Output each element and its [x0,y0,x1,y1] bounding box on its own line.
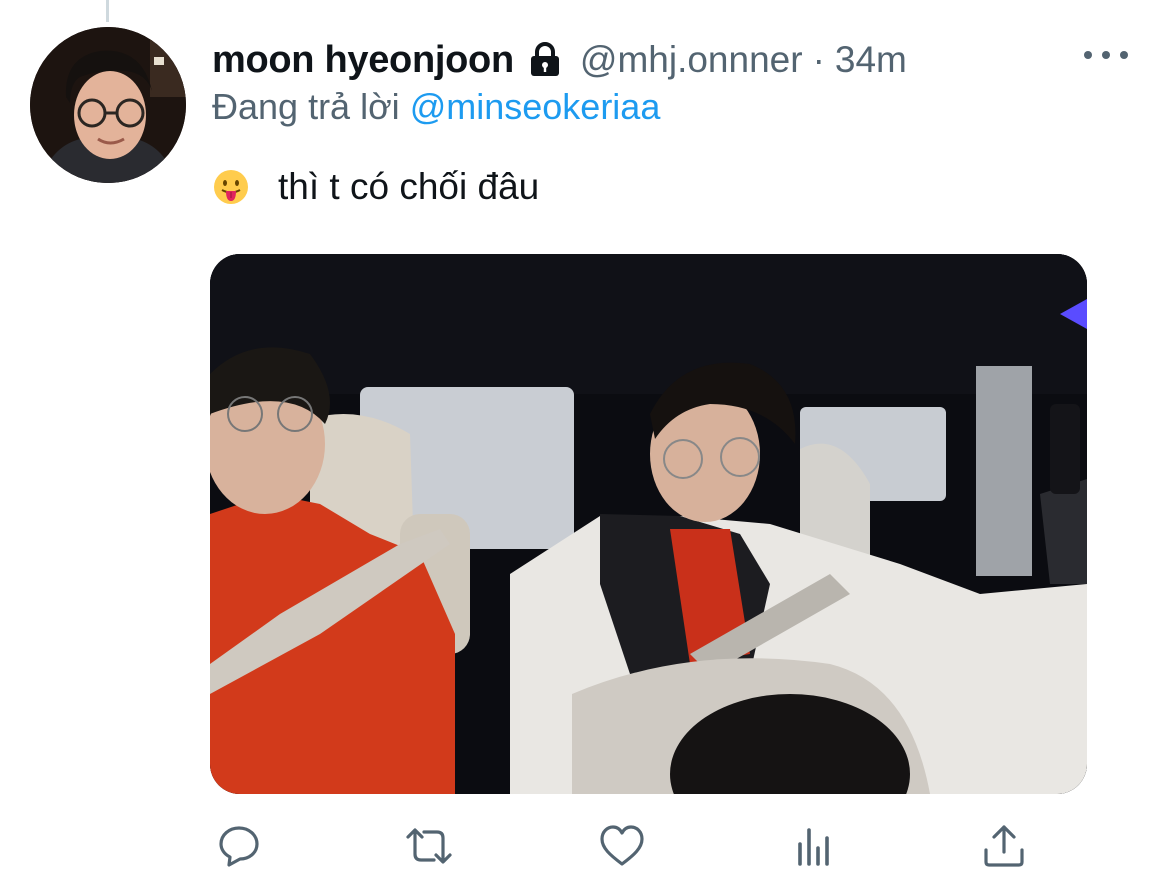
tweet-timestamp[interactable]: 34m [835,39,907,81]
dot [1084,51,1092,59]
separator-dot: · [812,39,825,80]
tweet-text: thì t có chối đâu [212,166,539,208]
replying-to: Đang trả lời @minseokeriaa [212,86,660,128]
dot [1102,51,1110,59]
user-handle[interactable]: @mhj.onnner [580,39,803,81]
lock-icon [526,41,564,79]
face-with-tongue-icon [214,170,248,204]
thread-connector-line [106,0,109,22]
share-icon [984,825,1024,867]
tweet-header: moon hyeonjoon @mhj.onnner · 34m [212,36,907,84]
tweet-body: thì t có chối đâu [278,166,540,207]
comment-icon [219,826,259,867]
like-button[interactable] [594,818,650,874]
heart-icon [600,825,644,866]
share-button[interactable] [976,818,1032,874]
analytics-icon [798,828,829,866]
retweet-icon [406,828,452,864]
more-options-icon[interactable] [1084,40,1128,70]
retweet-button[interactable] [401,818,457,874]
display-name[interactable]: moon hyeonjoon [212,39,514,82]
tweet-image[interactable] [210,254,1087,794]
tweet-photo [210,254,1087,794]
dot [1120,51,1128,59]
tweet-actions [0,818,1170,874]
analytics-button[interactable] [785,818,841,874]
reply-prefix: Đang trả lời [212,86,400,127]
reply-button[interactable] [211,818,267,874]
avatar-photo [30,27,186,183]
avatar[interactable] [30,27,186,183]
reply-to-handle[interactable]: @minseokeriaa [410,86,661,127]
